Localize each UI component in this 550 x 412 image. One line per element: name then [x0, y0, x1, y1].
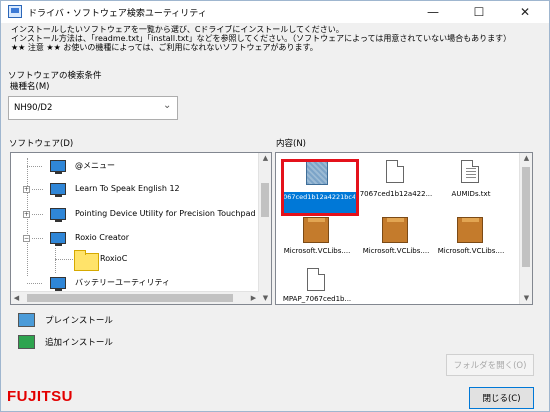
text-line [466, 171, 476, 172]
tree-item-learn-to-speak-english[interactable]: + Learn To Speak English 12 [11, 180, 251, 198]
expand-icon[interactable]: + [23, 186, 30, 193]
instruction-line-1: インストールしたいソフトウェアを一覧から選び、Cドライブにインストールしてくださ… [11, 25, 344, 34]
close-dialog-button[interactable]: 閉じる(C) [469, 387, 534, 409]
tree-branch-line [27, 283, 42, 284]
document-icon [307, 268, 325, 291]
maximize-button[interactable]: ☐ [457, 1, 501, 23]
tree-vertical-scrollbar[interactable]: ▲ ▼ [258, 153, 271, 304]
text-line [466, 168, 476, 169]
close-icon: ✕ [519, 5, 531, 19]
preinstall-legend-label: プレインストール [45, 316, 113, 326]
selected-item-red-border [281, 159, 359, 216]
file-item-vclibs-1[interactable]: Microsoft.VCLibs.... [279, 214, 355, 268]
tree-item-label: Learn To Speak English 12 [75, 184, 180, 193]
package-icon [303, 217, 329, 243]
file-item-label: Microsoft.VCLibs.... [283, 247, 351, 255]
model-name-label: 機種名(M) [10, 82, 50, 92]
tree-branch-line [27, 166, 42, 167]
preinstall-legend-icon [18, 313, 35, 327]
tree-branch-line [32, 214, 43, 215]
tree-item-roxioc-folder[interactable]: RoxioC [11, 249, 251, 271]
instruction-line-3: ★★ 注意 ★★ お使いの機種によっては、ご利用になれないソフトウェアがあります… [11, 43, 318, 52]
tree-item-pointing-device-utility[interactable]: + Pointing Device Utility for Precision … [11, 205, 256, 223]
window-title: ドライバ・ソフトウェア検索ユーティリティ [28, 9, 207, 19]
scroll-right-icon[interactable]: ▶ [248, 293, 259, 304]
file-item-label: AUMIDs.txt [451, 190, 491, 198]
minimize-icon: — [427, 5, 439, 19]
scroll-up-icon[interactable]: ▲ [521, 153, 532, 164]
document-icon [386, 160, 404, 183]
contents-label: 内容(N) [276, 139, 306, 149]
scroll-up-icon[interactable]: ▲ [260, 153, 271, 164]
model-select-value: NH90/D2 [14, 103, 53, 113]
minimize-button[interactable]: — [411, 1, 455, 23]
instructions: インストールしたいソフトウェアを一覧から選び、Cドライブにインストールしてくださ… [11, 25, 541, 52]
tree-item-battery-utility[interactable]: バッテリーユーティリティ [11, 274, 251, 292]
maximize-icon: ☐ [473, 5, 485, 19]
tree-item-roxio-creator[interactable]: − Roxio Creator [11, 229, 251, 247]
tree-branch-line [32, 238, 43, 239]
fujitsu-logo: FUJITSU [7, 388, 74, 405]
file-item-document[interactable]: 7067ced1b12a422... [358, 157, 434, 211]
contents-file-list[interactable]: 7067ced1b12a4221bc4e9c839225ea4f.appx 70… [275, 152, 533, 305]
tree-scroll-thumb[interactable] [261, 183, 269, 217]
software-tree[interactable]: @メニュー + Learn To Speak English 12 + Poin… [10, 152, 272, 305]
preinstalled-software-icon [50, 277, 66, 291]
text-line [466, 177, 476, 178]
tree-item-label: RoxioC [100, 254, 128, 263]
tree-item-label: Pointing Device Utility for Precision To… [75, 209, 256, 218]
software-label: ソフトウェア(D) [9, 139, 74, 149]
preinstalled-software-icon [50, 208, 66, 222]
file-item-aumids-txt[interactable]: AUMIDs.txt [433, 157, 509, 211]
close-button[interactable]: ✕ [503, 1, 547, 23]
file-item-label: Microsoft.VCLibs.... [362, 247, 430, 255]
expand-icon[interactable]: + [23, 211, 30, 218]
open-folder-button[interactable]: フォルダを開く(O) [446, 354, 534, 376]
tree-branch-line [32, 189, 43, 190]
tree-item-menu[interactable]: @メニュー [11, 157, 251, 175]
title-bar: ドライバ・ソフトウェア検索ユーティリティ — ☐ ✕ [1, 1, 549, 23]
scroll-down-icon[interactable]: ▼ [260, 293, 271, 304]
contents-scroll-thumb[interactable] [522, 167, 530, 267]
package-icon [382, 217, 408, 243]
contents-vertical-scrollbar[interactable]: ▲ ▼ [519, 153, 532, 304]
file-item-label: MPAP_7067ced1b... [282, 295, 352, 303]
chevron-down-icon: ⌄ [163, 100, 172, 111]
preinstalled-software-icon [50, 232, 66, 246]
instruction-line-2: インストール方法は、「readme.txt」「install.txt」などを参照… [11, 34, 512, 43]
preinstalled-software-icon [50, 183, 66, 197]
file-item-vclibs-3[interactable]: Microsoft.VCLibs.... [433, 214, 509, 268]
tree-item-label: @メニュー [75, 161, 115, 170]
main-window: ドライバ・ソフトウェア検索ユーティリティ — ☐ ✕ インストールしたいソフトウ… [0, 0, 550, 412]
model-select[interactable]: NH90/D2 ⌄ [8, 96, 178, 120]
preinstalled-software-icon [50, 160, 66, 174]
app-icon [8, 5, 22, 18]
tree-horizontal-scrollbar[interactable]: ◀ ▶ [11, 291, 259, 304]
text-file-icon [461, 160, 479, 183]
tree-item-label: バッテリーユーティリティ [75, 278, 171, 287]
tree-item-label: Roxio Creator [75, 233, 130, 242]
file-item-label: 7067ced1b12a422... [359, 190, 433, 198]
tree-horizontal-thumb[interactable] [27, 294, 233, 302]
scroll-down-icon[interactable]: ▼ [521, 293, 532, 304]
text-line [466, 174, 476, 175]
file-item-vclibs-2[interactable]: Microsoft.VCLibs.... [358, 214, 434, 268]
add-install-legend-label: 追加インストール [45, 338, 113, 348]
file-item-appx[interactable]: 7067ced1b12a4221bc4e9c839225ea4f.appx [279, 157, 359, 216]
file-item-mpap[interactable]: MPAP_7067ced1b... [279, 267, 355, 304]
collapse-icon[interactable]: − [23, 235, 30, 242]
folder-icon [74, 250, 99, 271]
scroll-left-icon[interactable]: ◀ [11, 293, 22, 304]
file-item-label: Microsoft.VCLibs.... [437, 247, 505, 255]
add-install-legend-icon [18, 335, 35, 349]
package-icon [457, 217, 483, 243]
